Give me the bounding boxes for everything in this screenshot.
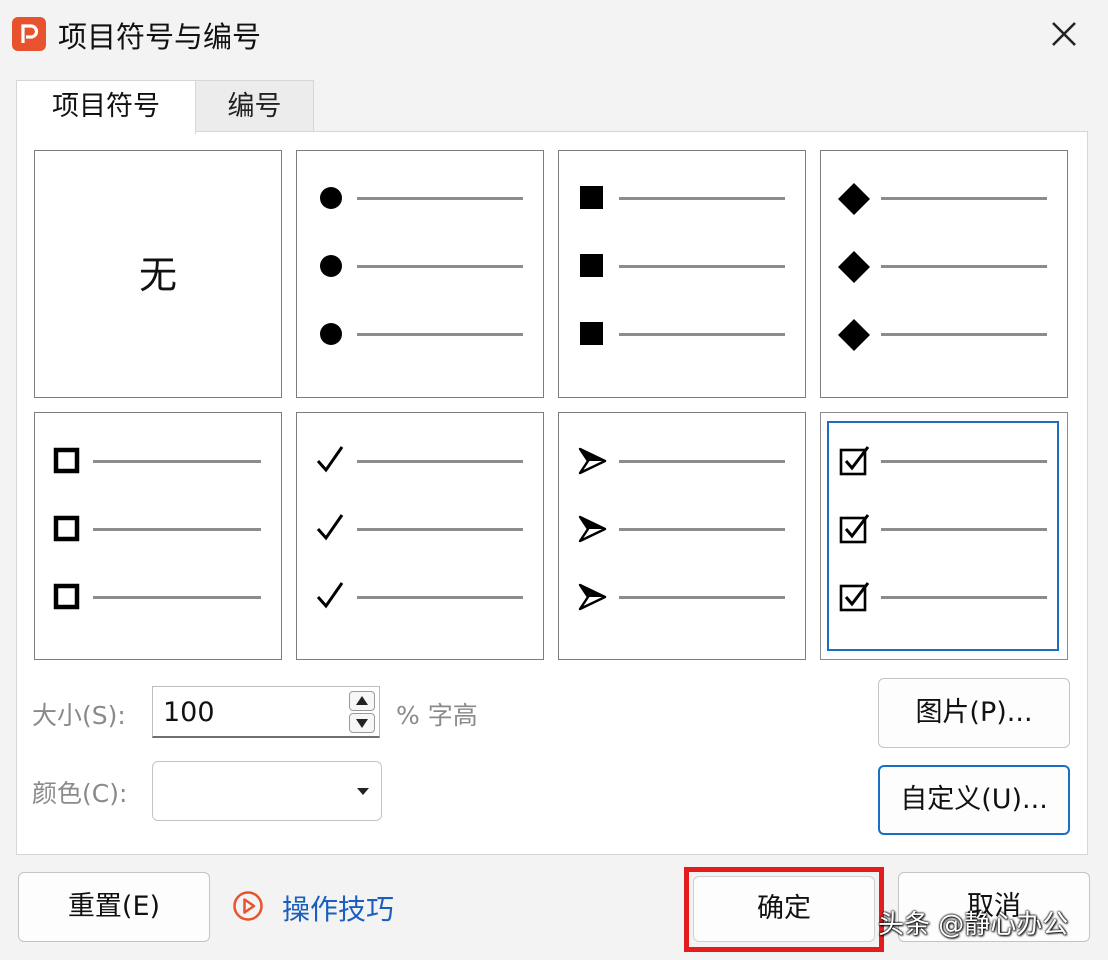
title-bar: 项目符号与编号 xyxy=(0,0,1108,66)
dropdown-arrow-icon xyxy=(357,788,369,795)
bullet-option-checkbox[interactable] xyxy=(820,412,1068,660)
bullet-line xyxy=(881,265,1047,268)
spin-up-icon[interactable] xyxy=(349,691,375,711)
bullet-option-none[interactable]: 无 xyxy=(34,150,282,398)
filled-diamond-icon xyxy=(838,319,870,351)
size-value: 100 xyxy=(163,697,215,728)
bullet-line xyxy=(357,528,523,531)
custom-button[interactable]: 自定义(U)... xyxy=(878,765,1070,835)
filled-circle-icon xyxy=(320,255,342,277)
tab-numbering[interactable]: 编号 xyxy=(196,80,314,132)
filled-circle-icon xyxy=(320,323,342,345)
color-label: 颜色(C): xyxy=(32,779,128,808)
bullet-line xyxy=(881,596,1047,599)
checked-box-icon xyxy=(839,446,870,476)
checkmark-icon xyxy=(316,514,344,541)
filled-square-icon xyxy=(580,186,603,209)
picture-button[interactable]: 图片(P)... xyxy=(878,678,1070,748)
play-circle-icon xyxy=(233,891,263,921)
ok-button[interactable]: 确定 xyxy=(693,876,875,942)
bullet-line xyxy=(619,460,785,463)
bullet-line xyxy=(881,528,1047,531)
bullet-line xyxy=(357,333,523,336)
filled-square-icon xyxy=(580,322,603,345)
bullet-option-hollow-square[interactable] xyxy=(34,412,282,660)
reset-button[interactable]: 重置(E) xyxy=(18,872,210,942)
tips-label: 操作技巧 xyxy=(282,893,395,926)
bullet-option-filled-diamond[interactable] xyxy=(820,150,1068,398)
bullet-line xyxy=(93,460,261,463)
color-dropdown[interactable] xyxy=(152,761,382,821)
filled-circle-icon xyxy=(320,187,342,209)
bullet-line xyxy=(619,596,785,599)
checked-box-icon xyxy=(839,514,870,544)
none-label: 无 xyxy=(138,253,177,297)
arrowhead-icon xyxy=(578,447,607,475)
hollow-square-icon xyxy=(53,583,80,610)
size-label: 大小(S): xyxy=(32,701,126,730)
checkmark-icon xyxy=(316,582,344,609)
bullet-line xyxy=(357,460,523,463)
checkmark-icon xyxy=(316,446,344,473)
bullet-line xyxy=(619,197,785,200)
bullet-line xyxy=(619,265,785,268)
hollow-square-icon xyxy=(53,447,80,474)
bullet-option-filled-square[interactable] xyxy=(558,150,806,398)
dialog-title: 项目符号与编号 xyxy=(58,20,262,54)
wps-presentation-icon xyxy=(12,17,46,51)
tab-bullets[interactable]: 项目符号 xyxy=(16,80,196,134)
bullet-option-arrowhead[interactable] xyxy=(558,412,806,660)
filled-diamond-icon xyxy=(838,251,870,283)
filled-square-icon xyxy=(580,254,603,277)
bullet-line xyxy=(357,265,523,268)
arrowhead-icon xyxy=(578,583,607,611)
bullet-line xyxy=(881,460,1047,463)
bullet-line xyxy=(93,528,261,531)
checked-box-icon xyxy=(839,582,870,612)
bullet-option-checkmark[interactable] xyxy=(296,412,544,660)
close-icon[interactable] xyxy=(1044,14,1084,54)
bullet-line xyxy=(93,596,261,599)
size-unit: % 字高 xyxy=(396,701,478,730)
bullet-line xyxy=(881,197,1047,200)
bullet-line xyxy=(619,528,785,531)
bullet-line xyxy=(619,333,785,336)
spin-down-icon[interactable] xyxy=(349,713,375,733)
filled-diamond-icon xyxy=(838,183,870,215)
bullet-line xyxy=(357,197,523,200)
size-input[interactable]: 100 xyxy=(152,686,380,738)
hollow-square-icon xyxy=(53,515,80,542)
bullet-line xyxy=(357,596,523,599)
watermark: 头条 @静心办公 xyxy=(878,910,1069,940)
bullet-line xyxy=(881,333,1047,336)
bullet-option-filled-circle[interactable] xyxy=(296,150,544,398)
arrowhead-icon xyxy=(578,515,607,543)
